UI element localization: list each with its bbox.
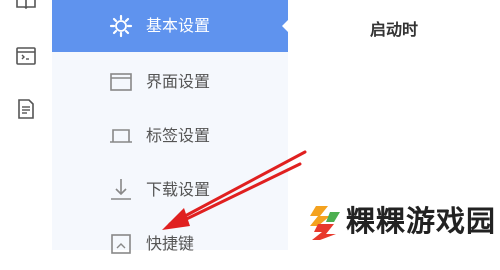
nav-item-label: 标签设置	[146, 126, 211, 145]
gear-icon	[108, 13, 134, 39]
document-icon[interactable]	[14, 97, 38, 121]
nav-item-interface-settings[interactable]: 界面设置	[52, 56, 288, 108]
nav-item-basic-settings[interactable]: 基本设置	[52, 0, 289, 52]
left-icon-rail	[0, 0, 53, 250]
window-icon	[108, 69, 134, 95]
keyboard-icon	[108, 231, 134, 257]
annotation-arrow	[162, 150, 307, 230]
watermark-logo-icon	[304, 202, 344, 242]
nav-item-label: 界面设置	[146, 72, 211, 91]
terminal-icon[interactable]	[14, 44, 38, 68]
book-icon[interactable]	[14, 0, 38, 12]
download-icon	[108, 177, 134, 203]
watermark: 粿粿游戏园	[304, 200, 496, 244]
nav-item-label: 基本设置	[146, 16, 211, 35]
section-heading: 启动时	[370, 20, 419, 39]
watermark-text: 粿粿游戏园	[346, 204, 497, 238]
tab-icon	[108, 123, 134, 149]
